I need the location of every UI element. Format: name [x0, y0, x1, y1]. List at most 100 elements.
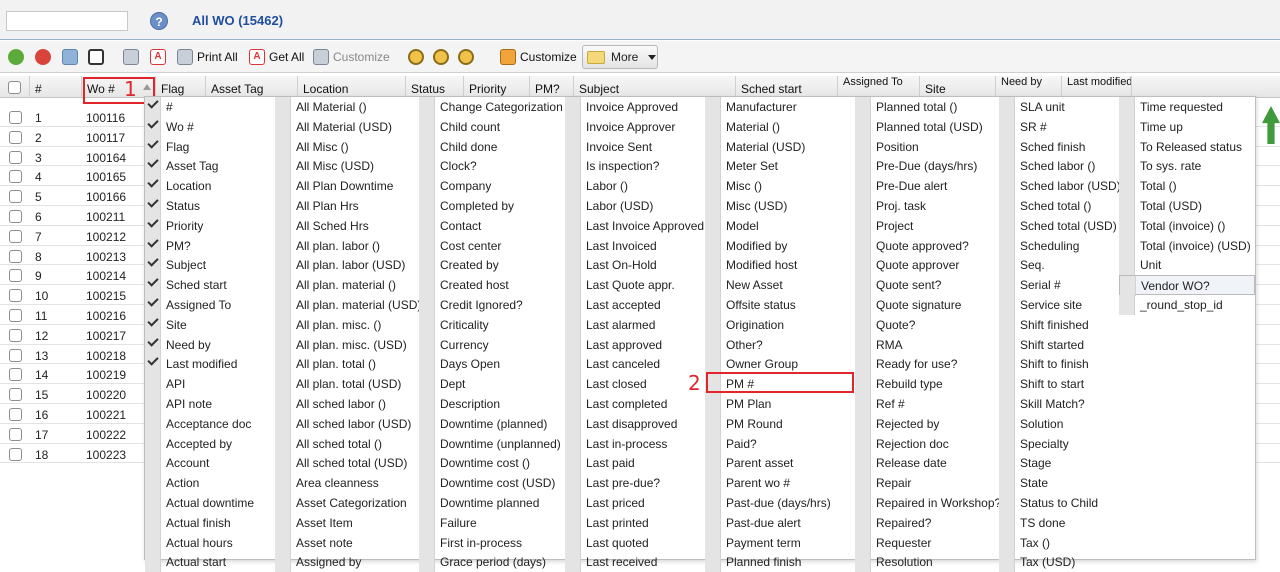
row-checkbox[interactable]: [9, 269, 22, 283]
row-checkbox[interactable]: [9, 111, 22, 124]
row-checkbox[interactable]: [9, 210, 22, 223]
row-checkbox[interactable]: [9, 309, 22, 322]
menu-item[interactable]: Parent wo #: [705, 473, 855, 493]
menu-item[interactable]: _round_stop_id: [1119, 295, 1255, 315]
header-location[interactable]: Location: [298, 76, 406, 98]
menu-item[interactable]: State: [999, 473, 1119, 493]
menu-item[interactable]: Last disapproved: [565, 413, 705, 434]
menu-item[interactable]: Rebuild type: [855, 374, 999, 394]
menu-item[interactable]: TS done: [999, 512, 1119, 533]
menu-item[interactable]: Labor (): [565, 176, 705, 196]
menu-item[interactable]: Position: [855, 136, 999, 157]
menu-item[interactable]: Child count: [419, 116, 565, 137]
menu-item[interactable]: API: [145, 374, 275, 394]
wo-number-cell[interactable]: 100215: [86, 289, 126, 303]
menu-item[interactable]: Failure: [419, 512, 565, 533]
wo-number-cell[interactable]: 100116: [86, 111, 125, 125]
menu-item[interactable]: Last closed: [565, 374, 705, 394]
zoom-button[interactable]: [433, 46, 449, 68]
menu-item[interactable]: Sched finish: [999, 136, 1119, 157]
menu-item[interactable]: Quote sent?: [855, 275, 999, 295]
header-asset-tag[interactable]: Asset Tag: [206, 76, 298, 98]
menu-item[interactable]: Last Invoiced: [565, 235, 705, 256]
pdf-button[interactable]: A: [150, 46, 166, 68]
menu-item[interactable]: Acceptance doc: [145, 413, 275, 434]
menu-item[interactable]: Credit Ignored?: [419, 295, 565, 315]
menu-item[interactable]: Requester: [855, 532, 999, 553]
menu-item[interactable]: Accepted by: [145, 433, 275, 454]
menu-item[interactable]: Created by: [419, 255, 565, 276]
menu-item[interactable]: Last priced: [565, 493, 705, 513]
menu-item[interactable]: Last accepted: [565, 295, 705, 315]
menu-item[interactable]: Asset Item: [275, 512, 419, 533]
menu-item[interactable]: Serial #: [999, 275, 1119, 295]
menu-item[interactable]: Tax (): [999, 532, 1119, 553]
menu-item[interactable]: Scheduling: [999, 235, 1119, 256]
menu-item[interactable]: Last pre-due?: [565, 473, 705, 493]
wo-number-cell[interactable]: 100164: [86, 151, 126, 165]
menu-item[interactable]: Shift to start: [999, 374, 1119, 394]
menu-item[interactable]: Total (invoice) (USD): [1119, 235, 1255, 256]
menu-item[interactable]: PM?: [145, 235, 275, 256]
menu-item[interactable]: Skill Match?: [999, 394, 1119, 414]
menu-item[interactable]: Invoice Sent: [565, 136, 705, 157]
menu-item[interactable]: Actual downtime: [145, 493, 275, 513]
menu-item[interactable]: Planned finish: [705, 552, 855, 572]
menu-item[interactable]: Stage: [999, 453, 1119, 474]
menu-item[interactable]: Last approved: [565, 334, 705, 355]
menu-item[interactable]: Last printed: [565, 512, 705, 533]
wo-number-cell[interactable]: 100217: [86, 329, 126, 343]
header-assigned-to[interactable]: Assigned To: [838, 76, 920, 98]
menu-item[interactable]: Cost center: [419, 235, 565, 256]
row-checkbox[interactable]: [9, 388, 22, 402]
wo-number-cell[interactable]: 100166: [86, 190, 126, 204]
menu-item[interactable]: All plan. misc. (USD): [275, 334, 419, 355]
menu-item[interactable]: SR #: [999, 116, 1119, 137]
menu-item[interactable]: Last modified: [145, 354, 275, 375]
row-checkbox[interactable]: [9, 368, 22, 382]
menu-item[interactable]: Currency: [419, 334, 565, 355]
more-dropdown-button[interactable]: More: [582, 45, 658, 69]
row-checkbox[interactable]: [9, 408, 22, 421]
row-checkbox[interactable]: [9, 348, 22, 362]
menu-item[interactable]: Created host: [419, 275, 565, 295]
menu-item[interactable]: Downtime (unplanned): [419, 433, 565, 454]
menu-item[interactable]: Quote signature: [855, 295, 999, 315]
menu-item[interactable]: All plan. total (USD): [275, 374, 419, 394]
row-checkbox[interactable]: [9, 289, 22, 303]
row-checkbox[interactable]: [9, 249, 22, 263]
menu-item[interactable]: Solution: [999, 413, 1119, 434]
wo-number-cell[interactable]: 100213: [86, 250, 126, 264]
header-sched-start[interactable]: Sched start: [736, 76, 838, 98]
menu-item[interactable]: Area cleanness: [275, 473, 419, 493]
menu-item[interactable]: Modified by: [705, 235, 855, 256]
menu-item[interactable]: All plan. misc. (): [275, 314, 419, 335]
menu-item[interactable]: Parent asset: [705, 453, 855, 474]
menu-item[interactable]: All plan. material (): [275, 275, 419, 295]
menu-item[interactable]: Total (): [1119, 176, 1255, 196]
menu-item[interactable]: Model: [705, 215, 855, 236]
menu-item[interactable]: Child done: [419, 136, 565, 157]
wo-number-cell[interactable]: 100212: [86, 230, 126, 244]
menu-item[interactable]: Project: [855, 215, 999, 236]
menu-item[interactable]: Sched total (): [999, 196, 1119, 216]
menu-item[interactable]: Company: [419, 176, 565, 196]
menu-item[interactable]: Other?: [705, 334, 855, 355]
menu-item[interactable]: All sched labor (): [275, 394, 419, 414]
header-status[interactable]: Status: [406, 76, 464, 98]
menu-item[interactable]: Material (): [705, 116, 855, 137]
menu-item[interactable]: All Misc (): [275, 136, 419, 157]
menu-item[interactable]: Origination: [705, 314, 855, 335]
wo-number-cell[interactable]: 100219: [86, 368, 126, 382]
menu-item[interactable]: Downtime cost (USD): [419, 473, 565, 493]
wo-number-cell[interactable]: 100222: [86, 428, 126, 442]
menu-item[interactable]: All plan. labor (USD): [275, 255, 419, 276]
menu-item[interactable]: Days Open: [419, 354, 565, 375]
menu-item[interactable]: Release date: [855, 453, 999, 474]
menu-item[interactable]: All sched total (USD): [275, 453, 419, 474]
menu-item[interactable]: Paid?: [705, 433, 855, 454]
menu-item[interactable]: Asset Tag: [145, 156, 275, 177]
menu-item[interactable]: Actual start: [145, 552, 275, 572]
menu-item[interactable]: Shift started: [999, 334, 1119, 355]
menu-item[interactable]: Last canceled: [565, 354, 705, 375]
